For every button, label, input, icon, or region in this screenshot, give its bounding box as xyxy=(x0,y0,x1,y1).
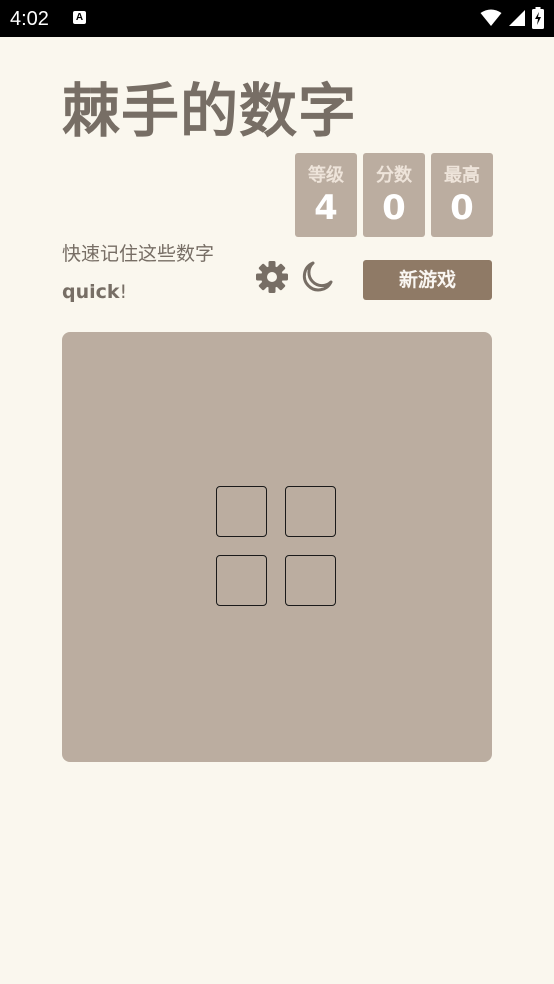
status-icons xyxy=(480,7,544,29)
board-cell-1[interactable] xyxy=(216,486,267,537)
page-title: 棘手的数字 xyxy=(62,77,358,145)
battery-charging-icon xyxy=(532,7,544,29)
intro-subline: quick! xyxy=(62,279,127,305)
status-time: 4:02 xyxy=(10,8,49,30)
board-cell-4[interactable] xyxy=(285,555,336,606)
board-cell-3[interactable] xyxy=(216,555,267,606)
score-box: 分数 0 xyxy=(363,153,425,237)
theme-toggle-button[interactable] xyxy=(300,260,334,294)
moon-icon xyxy=(302,261,333,292)
intro-tagline: 快速记住这些数字 xyxy=(62,243,215,265)
level-box: 等级 4 xyxy=(295,153,357,237)
best-label: 最高 xyxy=(444,165,480,186)
wifi-icon xyxy=(480,9,502,26)
notification-a-icon: A xyxy=(73,11,86,24)
level-label: 等级 xyxy=(308,165,344,186)
board-cell-2[interactable] xyxy=(285,486,336,537)
game-board xyxy=(62,332,492,762)
intro-exclamation: ! xyxy=(119,281,128,303)
intro-quick: quick xyxy=(62,281,120,303)
gear-icon xyxy=(256,261,288,293)
new-game-button[interactable]: 新游戏 xyxy=(363,260,492,300)
settings-button[interactable] xyxy=(255,260,289,294)
status-bar: 4:02 A xyxy=(0,0,554,37)
score-value: 0 xyxy=(382,188,406,228)
score-label: 分数 xyxy=(376,165,412,186)
cell-signal-icon xyxy=(509,10,525,26)
level-value: 4 xyxy=(314,188,338,228)
best-box: 最高 0 xyxy=(431,153,493,237)
best-value: 0 xyxy=(450,188,474,228)
